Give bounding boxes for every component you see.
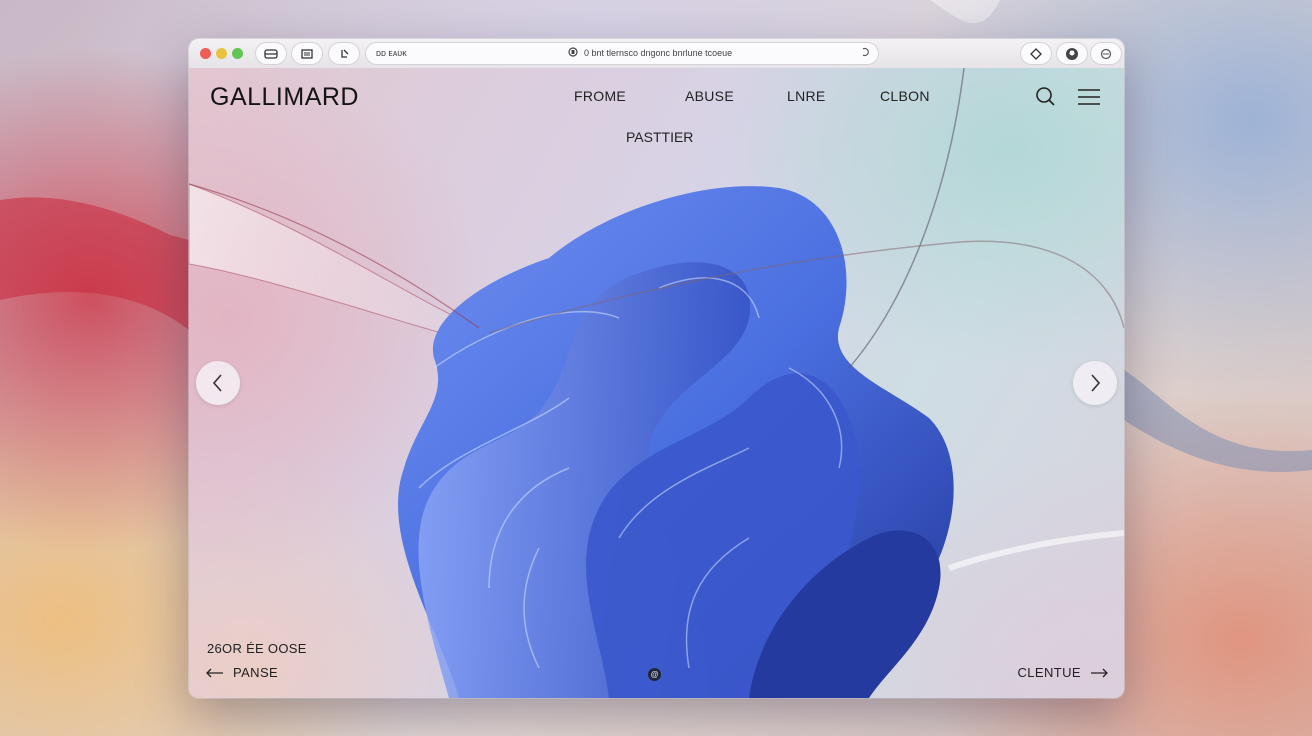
settings-icon[interactable] — [1091, 43, 1121, 64]
chevron-left-icon — [212, 374, 222, 392]
account-icon[interactable] — [1057, 43, 1087, 64]
address-bar[interactable]: ᴅᴅ ᴇᴀᴜᴋ 0 bnt tlernsco dngonc bnrlune tc… — [366, 43, 878, 64]
menu-icon[interactable] — [1076, 84, 1102, 110]
carousel-prev-button[interactable] — [196, 361, 240, 405]
browser-toolbar: ᴅᴅ ᴇᴀᴜᴋ 0 bnt tlernsco dngonc bnrlune tc… — [189, 39, 1124, 69]
hero-artwork — [189, 68, 1124, 698]
reload-icon[interactable] — [861, 47, 869, 60]
next-slide-label: CLENTUE — [1017, 665, 1081, 680]
carousel-next-button[interactable] — [1073, 361, 1117, 405]
arrow-right-icon — [1091, 668, 1108, 677]
minimize-window-button[interactable] — [216, 48, 227, 59]
sub-nav-item[interactable]: PASTTIER — [626, 129, 693, 145]
address-url: 0 bnt tlernsco dngonc bnrlune tcoeue — [584, 48, 733, 58]
pager-indicator[interactable]: @ — [648, 668, 661, 681]
browser-window: ᴅᴅ ᴇᴀᴜᴋ 0 bnt tlernsco dngonc bnrlune tc… — [189, 39, 1124, 698]
search-icon[interactable] — [1033, 84, 1059, 110]
extension-icon[interactable] — [1021, 43, 1051, 64]
zoom-window-button[interactable] — [232, 48, 243, 59]
nav-item-4[interactable]: CLBON — [880, 88, 930, 104]
nav-item-1[interactable]: FROME — [574, 88, 626, 104]
slide-caption: 26OR ÉE OOSE — [207, 641, 307, 656]
next-slide-link[interactable]: CLENTUE — [1018, 665, 1108, 680]
web-page: GALLIMARD FROME ABUSE LNRE CLBON PASTTIE… — [189, 68, 1124, 698]
arrow-left-icon — [206, 668, 223, 677]
share-icon[interactable] — [329, 43, 359, 64]
lock-icon — [568, 47, 578, 60]
address-left-text: ᴅᴅ ᴇᴀᴜᴋ — [376, 48, 407, 58]
nav-item-3[interactable]: LNRE — [787, 88, 826, 104]
prev-slide-link[interactable]: PANSE — [206, 665, 278, 680]
site-logo[interactable]: GALLIMARD — [210, 83, 359, 112]
chevron-right-icon — [1091, 374, 1101, 392]
sidebar-toggle-icon[interactable] — [256, 43, 286, 64]
nav-item-2[interactable]: ABUSE — [685, 88, 734, 104]
close-window-button[interactable] — [200, 48, 211, 59]
reader-icon[interactable] — [292, 43, 322, 64]
prev-slide-label: PANSE — [233, 665, 279, 680]
